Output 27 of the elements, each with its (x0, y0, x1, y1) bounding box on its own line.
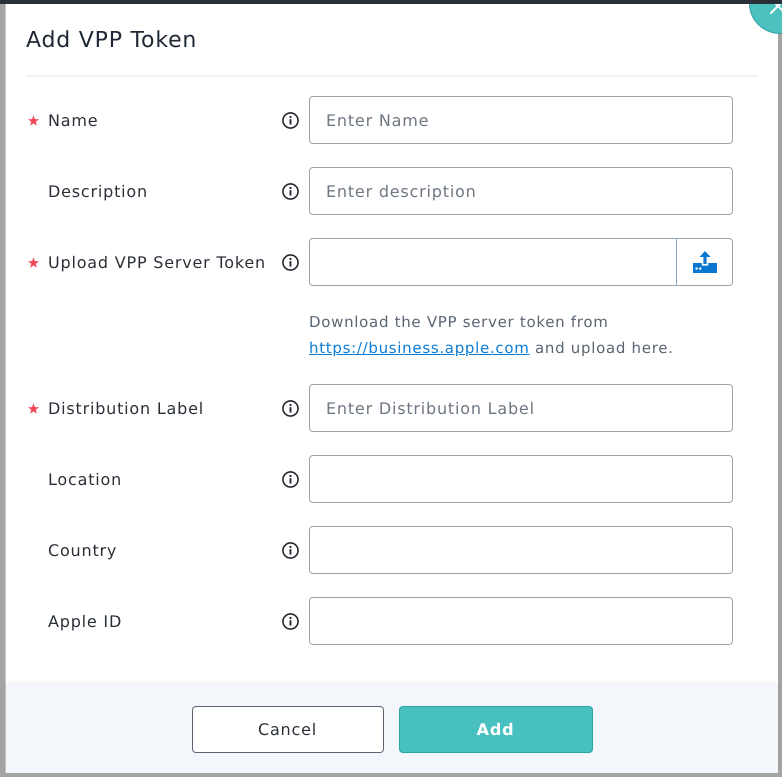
input-field[interactable] (309, 526, 733, 574)
secondary-button[interactable]: Cancel (192, 706, 384, 753)
info-icon[interactable] (282, 542, 299, 558)
dialog-title: Add VPP Token (26, 27, 198, 55)
file-field[interactable] (309, 238, 677, 286)
input-field[interactable]: Enter description (309, 167, 733, 215)
field-label: Name (48, 110, 98, 130)
upload-icon (692, 251, 716, 273)
info-icon[interactable] (282, 470, 299, 488)
field-label: Distribution Label (48, 398, 204, 418)
link[interactable]: https://business.apple.com (309, 339, 530, 357)
info-icon[interactable] (282, 254, 299, 270)
info-icon[interactable] (282, 182, 299, 200)
input-field[interactable] (309, 455, 733, 503)
info-icon[interactable] (282, 112, 299, 128)
input-field[interactable] (309, 597, 733, 645)
field-label: Country (48, 540, 118, 560)
info-icon[interactable] (282, 400, 299, 416)
input-field[interactable]: Enter Distribution Label (309, 384, 733, 432)
field-label: Apple ID (48, 612, 122, 630)
help-text: Download the VPP server token from https://business.apple.com and upload here. (309, 312, 674, 359)
field-label: Upload VPP Server Token (48, 252, 266, 272)
info-icon[interactable] (282, 612, 299, 630)
input-field[interactable]: Enter Name (309, 96, 733, 144)
field-label: Description (48, 182, 148, 200)
field-label: Location (48, 470, 122, 488)
upload-button[interactable] (677, 238, 733, 286)
